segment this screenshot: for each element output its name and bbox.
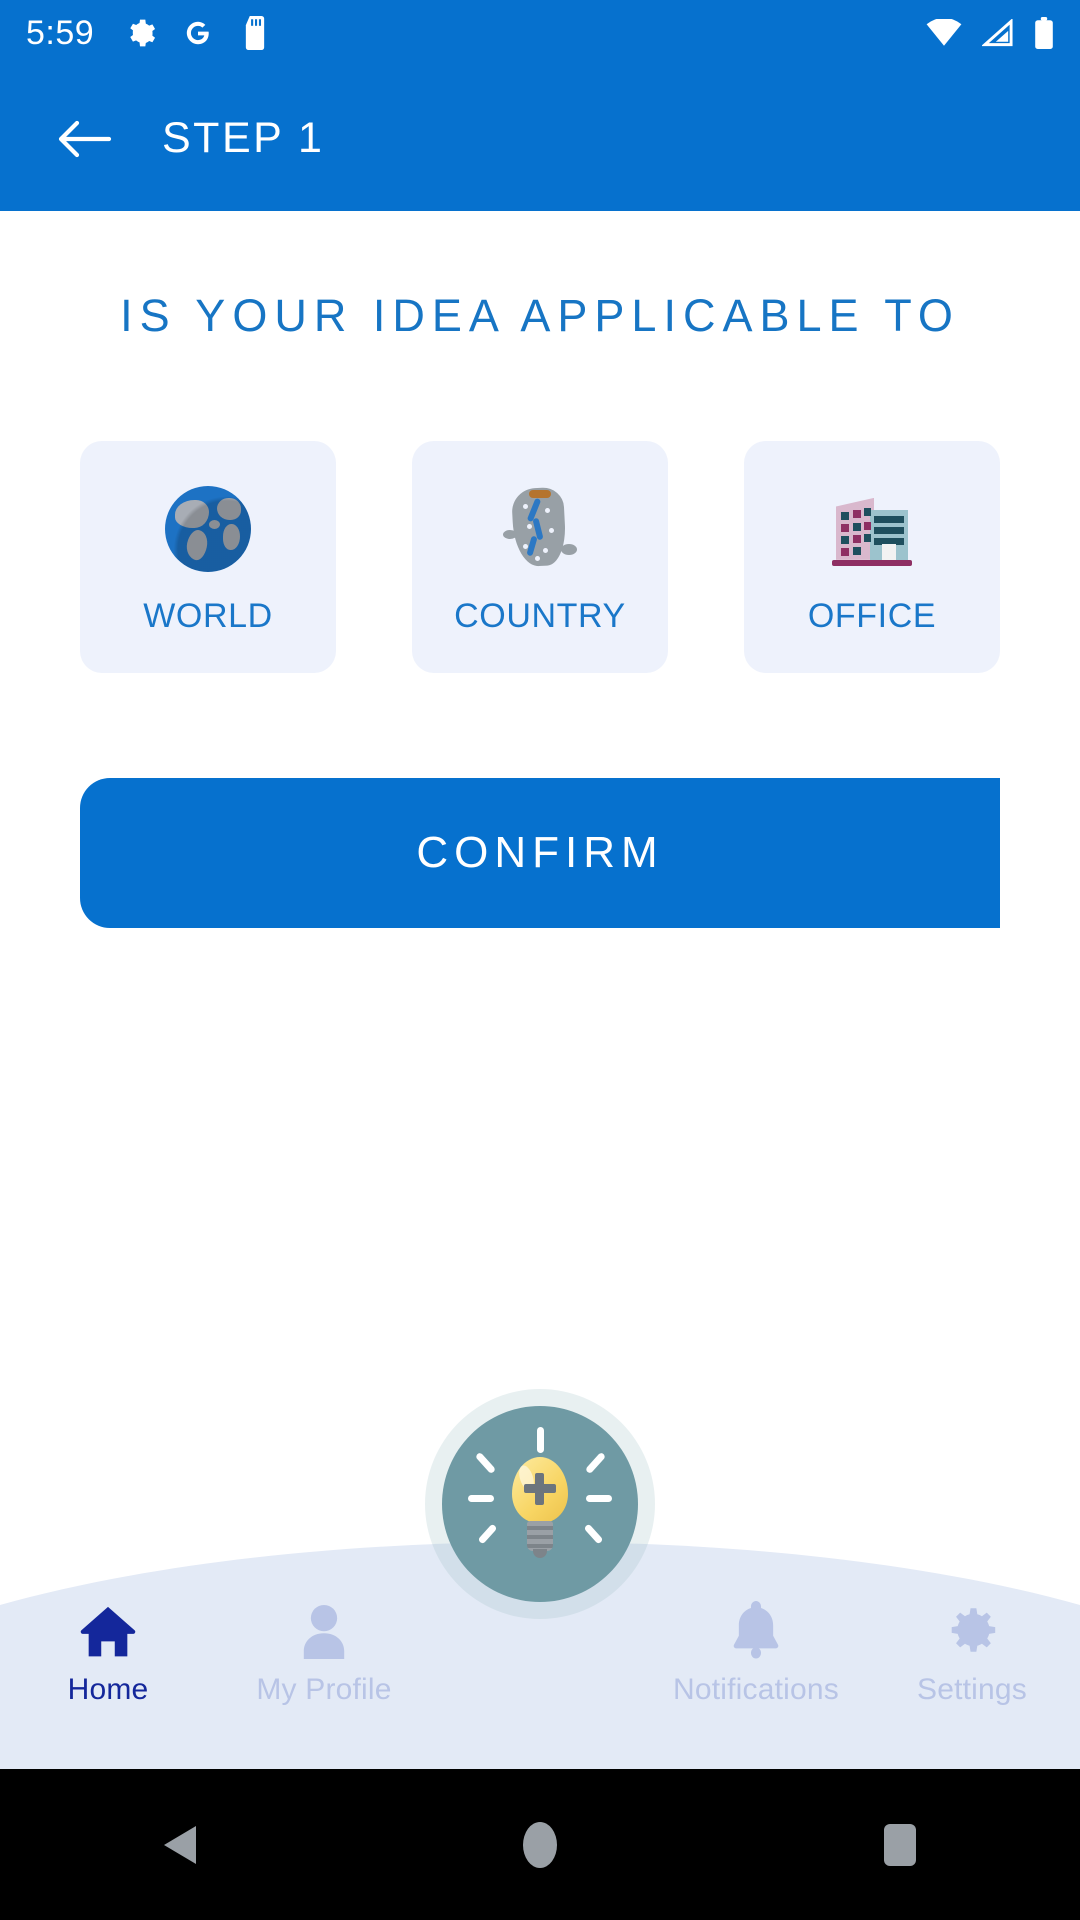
nav-item-my-profile[interactable]: My Profile — [216, 1597, 432, 1707]
nav-item-label: Notifications — [672, 1673, 839, 1706]
gear-icon — [130, 19, 156, 47]
country-map-emoji — [497, 483, 583, 575]
office-building-emoji — [826, 483, 918, 575]
fab-circle — [442, 1406, 638, 1602]
nav-item-label: My Profile — [256, 1673, 392, 1706]
headline: IS YOUR IDEA APPLICABLE TO — [120, 290, 960, 341]
option-card-country[interactable]: COUNTRY — [412, 440, 668, 673]
status-bar-left-icons — [124, 16, 270, 50]
google-g-icon — [186, 21, 209, 45]
gear-icon — [951, 1608, 996, 1652]
confirm-button[interactable]: CONFIRM — [80, 777, 1000, 928]
nav-item-home[interactable]: Home — [0, 1597, 216, 1707]
system-recents-button[interactable] — [840, 1805, 960, 1885]
back-triangle-icon — [164, 1825, 196, 1864]
page-title: STEP 1 — [162, 114, 325, 162]
home-icon — [80, 1606, 136, 1657]
recents-square-icon — [884, 1823, 916, 1866]
back-button[interactable] — [50, 104, 120, 174]
nav-item-settings[interactable]: Settings — [864, 1597, 1080, 1707]
app-bar: STEP 1 — [0, 66, 1080, 211]
status-bar-right-icons — [926, 17, 1054, 49]
nav-item-notifications[interactable]: Notifications — [648, 1597, 864, 1707]
option-card-label: OFFICE — [807, 596, 937, 635]
system-back-button[interactable] — [120, 1805, 240, 1885]
option-card-group: WORLD COUNTRY OFFICE — [80, 440, 1000, 673]
lightbulb-plus-icon — [468, 1427, 612, 1569]
battery-icon — [1035, 17, 1053, 49]
option-card-office[interactable]: OFFICE — [744, 440, 1000, 673]
cellular-signal-icon — [982, 19, 1013, 47]
globe-emoji — [165, 483, 251, 575]
status-bar-clock: 5:59 — [26, 14, 95, 52]
nav-item-label: Home — [67, 1673, 149, 1706]
option-card-world[interactable]: WORLD — [80, 440, 336, 673]
sd-card-icon — [246, 16, 265, 50]
arrow-left-icon — [58, 120, 112, 157]
add-idea-fab[interactable] — [425, 1389, 655, 1619]
home-circle-icon — [523, 1821, 557, 1868]
status-bar: 5:59 — [0, 0, 1080, 66]
phone-screen: 5:59 STEP 1 IS YOUR IDEA APPLICABLE TO W… — [0, 0, 1080, 1920]
nav-item-label: Settings — [917, 1673, 1027, 1706]
option-card-label: WORLD — [143, 596, 273, 635]
person-icon — [303, 1604, 345, 1659]
system-home-button[interactable] — [480, 1805, 600, 1885]
bell-icon — [733, 1601, 779, 1659]
option-card-label: COUNTRY — [454, 596, 626, 635]
system-navigation-bar — [0, 1769, 1080, 1920]
wifi-icon — [926, 19, 962, 46]
